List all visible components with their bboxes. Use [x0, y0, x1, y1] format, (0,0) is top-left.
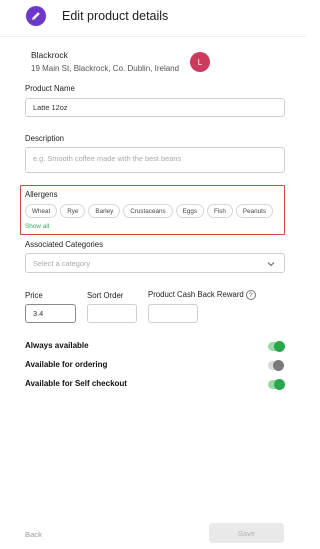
price-field[interactable]: 3.4 — [25, 304, 76, 323]
available-self-checkout-label: Available for Self checkout — [25, 379, 127, 388]
cash-back-label-text: Product Cash Back Reward — [148, 290, 244, 300]
allergen-chip-eggs[interactable]: Eggs — [175, 204, 204, 218]
description-field[interactable]: e.g. Smooth coffee made with the best be… — [25, 147, 285, 173]
description-label: Description — [25, 134, 64, 143]
cash-back-field[interactable] — [148, 304, 198, 323]
categories-label: Associated Categories — [25, 240, 104, 249]
allergen-chip-wheat[interactable]: Wheat — [25, 204, 58, 218]
toggle-knob — [274, 379, 285, 390]
header-divider — [0, 36, 306, 37]
page-title: Edit product details — [62, 9, 169, 23]
toggle-knob — [274, 341, 285, 352]
avatar[interactable]: L — [190, 52, 210, 72]
allergen-chip-peanuts[interactable]: Peanuts — [235, 204, 273, 218]
chevron-down-icon — [267, 262, 275, 267]
always-available-label: Always available — [25, 341, 89, 350]
help-icon[interactable]: ? — [245, 290, 256, 300]
allergen-chip-rye[interactable]: Rye — [60, 204, 86, 218]
allergen-chip-fish[interactable]: Fish — [206, 204, 233, 218]
save-button[interactable]: Save — [209, 523, 284, 543]
allergen-chip-crustaceans[interactable]: Crustaceans — [123, 204, 173, 218]
header: Edit product details — [0, 0, 306, 36]
category-select[interactable]: Select a category — [25, 253, 285, 273]
sort-order-label: Sort Order — [87, 291, 124, 300]
store-address: 19 Main St, Blackrock, Co. Dublin, Irela… — [31, 64, 180, 73]
product-name-field[interactable]: Latte 12oz — [25, 98, 285, 117]
allergen-chips: Wheat Rye Barley Crustaceans Eggs Fish P… — [25, 204, 273, 218]
store-info: Blackrock 19 Main St, Blackrock, Co. Dub… — [31, 50, 179, 73]
store-name: Blackrock — [31, 50, 68, 60]
product-name-label: Product Name — [25, 84, 75, 93]
pencil-icon — [26, 6, 46, 26]
sort-order-field[interactable] — [87, 304, 137, 323]
allergens-label: Allergens — [25, 190, 58, 199]
available-ordering-label: Available for ordering — [25, 360, 108, 369]
toggle-knob — [273, 360, 284, 371]
cash-back-label: Product Cash Back Reward? — [148, 290, 256, 300]
available-ordering-toggle[interactable] — [268, 360, 284, 371]
back-button[interactable]: Back — [25, 530, 42, 539]
show-all-link[interactable]: Show all — [25, 223, 49, 230]
available-self-checkout-toggle[interactable] — [268, 379, 285, 390]
price-label: Price — [25, 291, 43, 300]
category-select-placeholder: Select a category — [33, 258, 91, 268]
always-available-toggle[interactable] — [268, 341, 285, 352]
allergen-chip-barley[interactable]: Barley — [88, 204, 121, 218]
